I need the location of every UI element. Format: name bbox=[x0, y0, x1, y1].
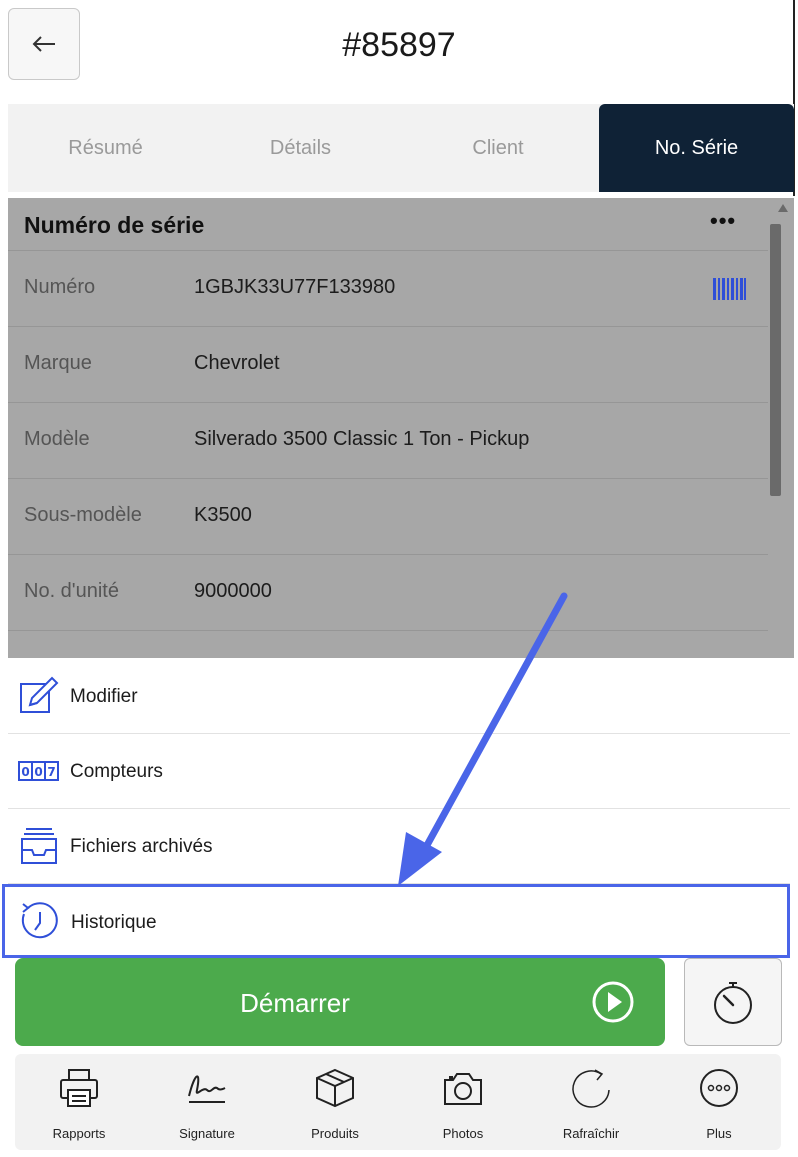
scrollbar-thumb[interactable] bbox=[770, 224, 781, 496]
toolbar-label: Signature bbox=[179, 1126, 235, 1141]
row-label: Modèle bbox=[24, 428, 90, 450]
archive-icon bbox=[21, 828, 57, 864]
toolbar-produits[interactable]: Produits bbox=[271, 1054, 399, 1150]
row-label: Numéro bbox=[24, 276, 96, 298]
stopwatch-icon bbox=[714, 982, 752, 1024]
serial-row-numero: Numéro 1GBJK33U77F133980 bbox=[8, 251, 768, 327]
tab-resume[interactable]: Résumé bbox=[8, 104, 203, 192]
toolbar-rafraichir[interactable]: Rafraîchir bbox=[527, 1054, 655, 1150]
tab-client[interactable]: Client bbox=[398, 104, 598, 192]
row-label: Sous-modèle bbox=[24, 504, 142, 526]
row-label: No. d'unité bbox=[24, 580, 119, 602]
signature-icon bbox=[188, 1075, 226, 1103]
panel-header: Numéro de série ••• bbox=[8, 198, 768, 251]
timer-button[interactable] bbox=[684, 958, 782, 1046]
serial-row-marque: Marque Chevrolet bbox=[8, 327, 768, 403]
more-horizontal-icon[interactable]: ••• bbox=[710, 208, 736, 234]
box-icon bbox=[316, 1068, 354, 1108]
history-icon bbox=[21, 902, 58, 939]
bottom-toolbar: Rapports Signature Produits Photos Rafra… bbox=[15, 1054, 781, 1150]
tab-bar: Résumé Détails Client No. Série bbox=[8, 104, 794, 192]
more-circle-icon bbox=[700, 1069, 738, 1107]
toolbar-label: Photos bbox=[442, 1126, 484, 1141]
start-button[interactable]: Démarrer bbox=[15, 958, 665, 1046]
panel-title: Numéro de série bbox=[24, 212, 205, 238]
menu-label: Fichiers archivés bbox=[70, 836, 213, 857]
menu-label: Historique bbox=[71, 912, 157, 933]
play-circle-icon bbox=[592, 981, 634, 1023]
toolbar-label: Produits bbox=[311, 1126, 359, 1141]
toolbar-label: Plus bbox=[706, 1126, 732, 1141]
tab-details[interactable]: Détails bbox=[203, 104, 398, 192]
page-title: #85897 bbox=[342, 26, 456, 64]
barcode-icon[interactable] bbox=[713, 278, 747, 300]
serial-row-sous-modele: Sous-modèle K3500 bbox=[8, 479, 768, 555]
svg-text:0: 0 bbox=[34, 765, 42, 779]
row-value: K3500 bbox=[194, 504, 252, 526]
toolbar-photos[interactable]: Photos bbox=[399, 1054, 527, 1150]
toolbar-label: Rafraîchir bbox=[562, 1126, 620, 1141]
edit-icon bbox=[20, 676, 59, 713]
toolbar-plus[interactable]: Plus bbox=[655, 1054, 783, 1150]
row-value: Silverado 3500 Classic 1 Ton - Pickup bbox=[194, 428, 530, 450]
row-value: 1GBJK33U77F133980 bbox=[194, 276, 396, 298]
annotation-arrow-icon bbox=[398, 592, 568, 886]
refresh-icon bbox=[572, 1069, 610, 1108]
start-label: Démarrer bbox=[240, 988, 350, 1018]
toolbar-rapports[interactable]: Rapports bbox=[15, 1054, 143, 1150]
svg-text:0: 0 bbox=[21, 765, 29, 779]
scroll-up-icon[interactable] bbox=[778, 204, 788, 212]
camera-icon bbox=[444, 1073, 482, 1105]
row-value: 9000000 bbox=[194, 580, 272, 602]
counter-icon: 0 0 7 bbox=[18, 761, 59, 781]
toolbar-signature[interactable]: Signature bbox=[143, 1054, 271, 1150]
serial-row-modele: Modèle Silverado 3500 Classic 1 Ton - Pi… bbox=[8, 403, 768, 479]
row-label: Marque bbox=[24, 352, 92, 374]
menu-label: Compteurs bbox=[70, 761, 163, 782]
toolbar-label: Rapports bbox=[52, 1126, 106, 1141]
menu-item-historique[interactable]: Historique bbox=[2, 884, 790, 958]
menu-label: Modifier bbox=[70, 686, 138, 707]
printer-icon bbox=[60, 1069, 98, 1107]
tab-no-serie[interactable]: No. Série bbox=[599, 104, 794, 192]
svg-text:7: 7 bbox=[47, 765, 55, 779]
row-value: Chevrolet bbox=[194, 352, 280, 374]
